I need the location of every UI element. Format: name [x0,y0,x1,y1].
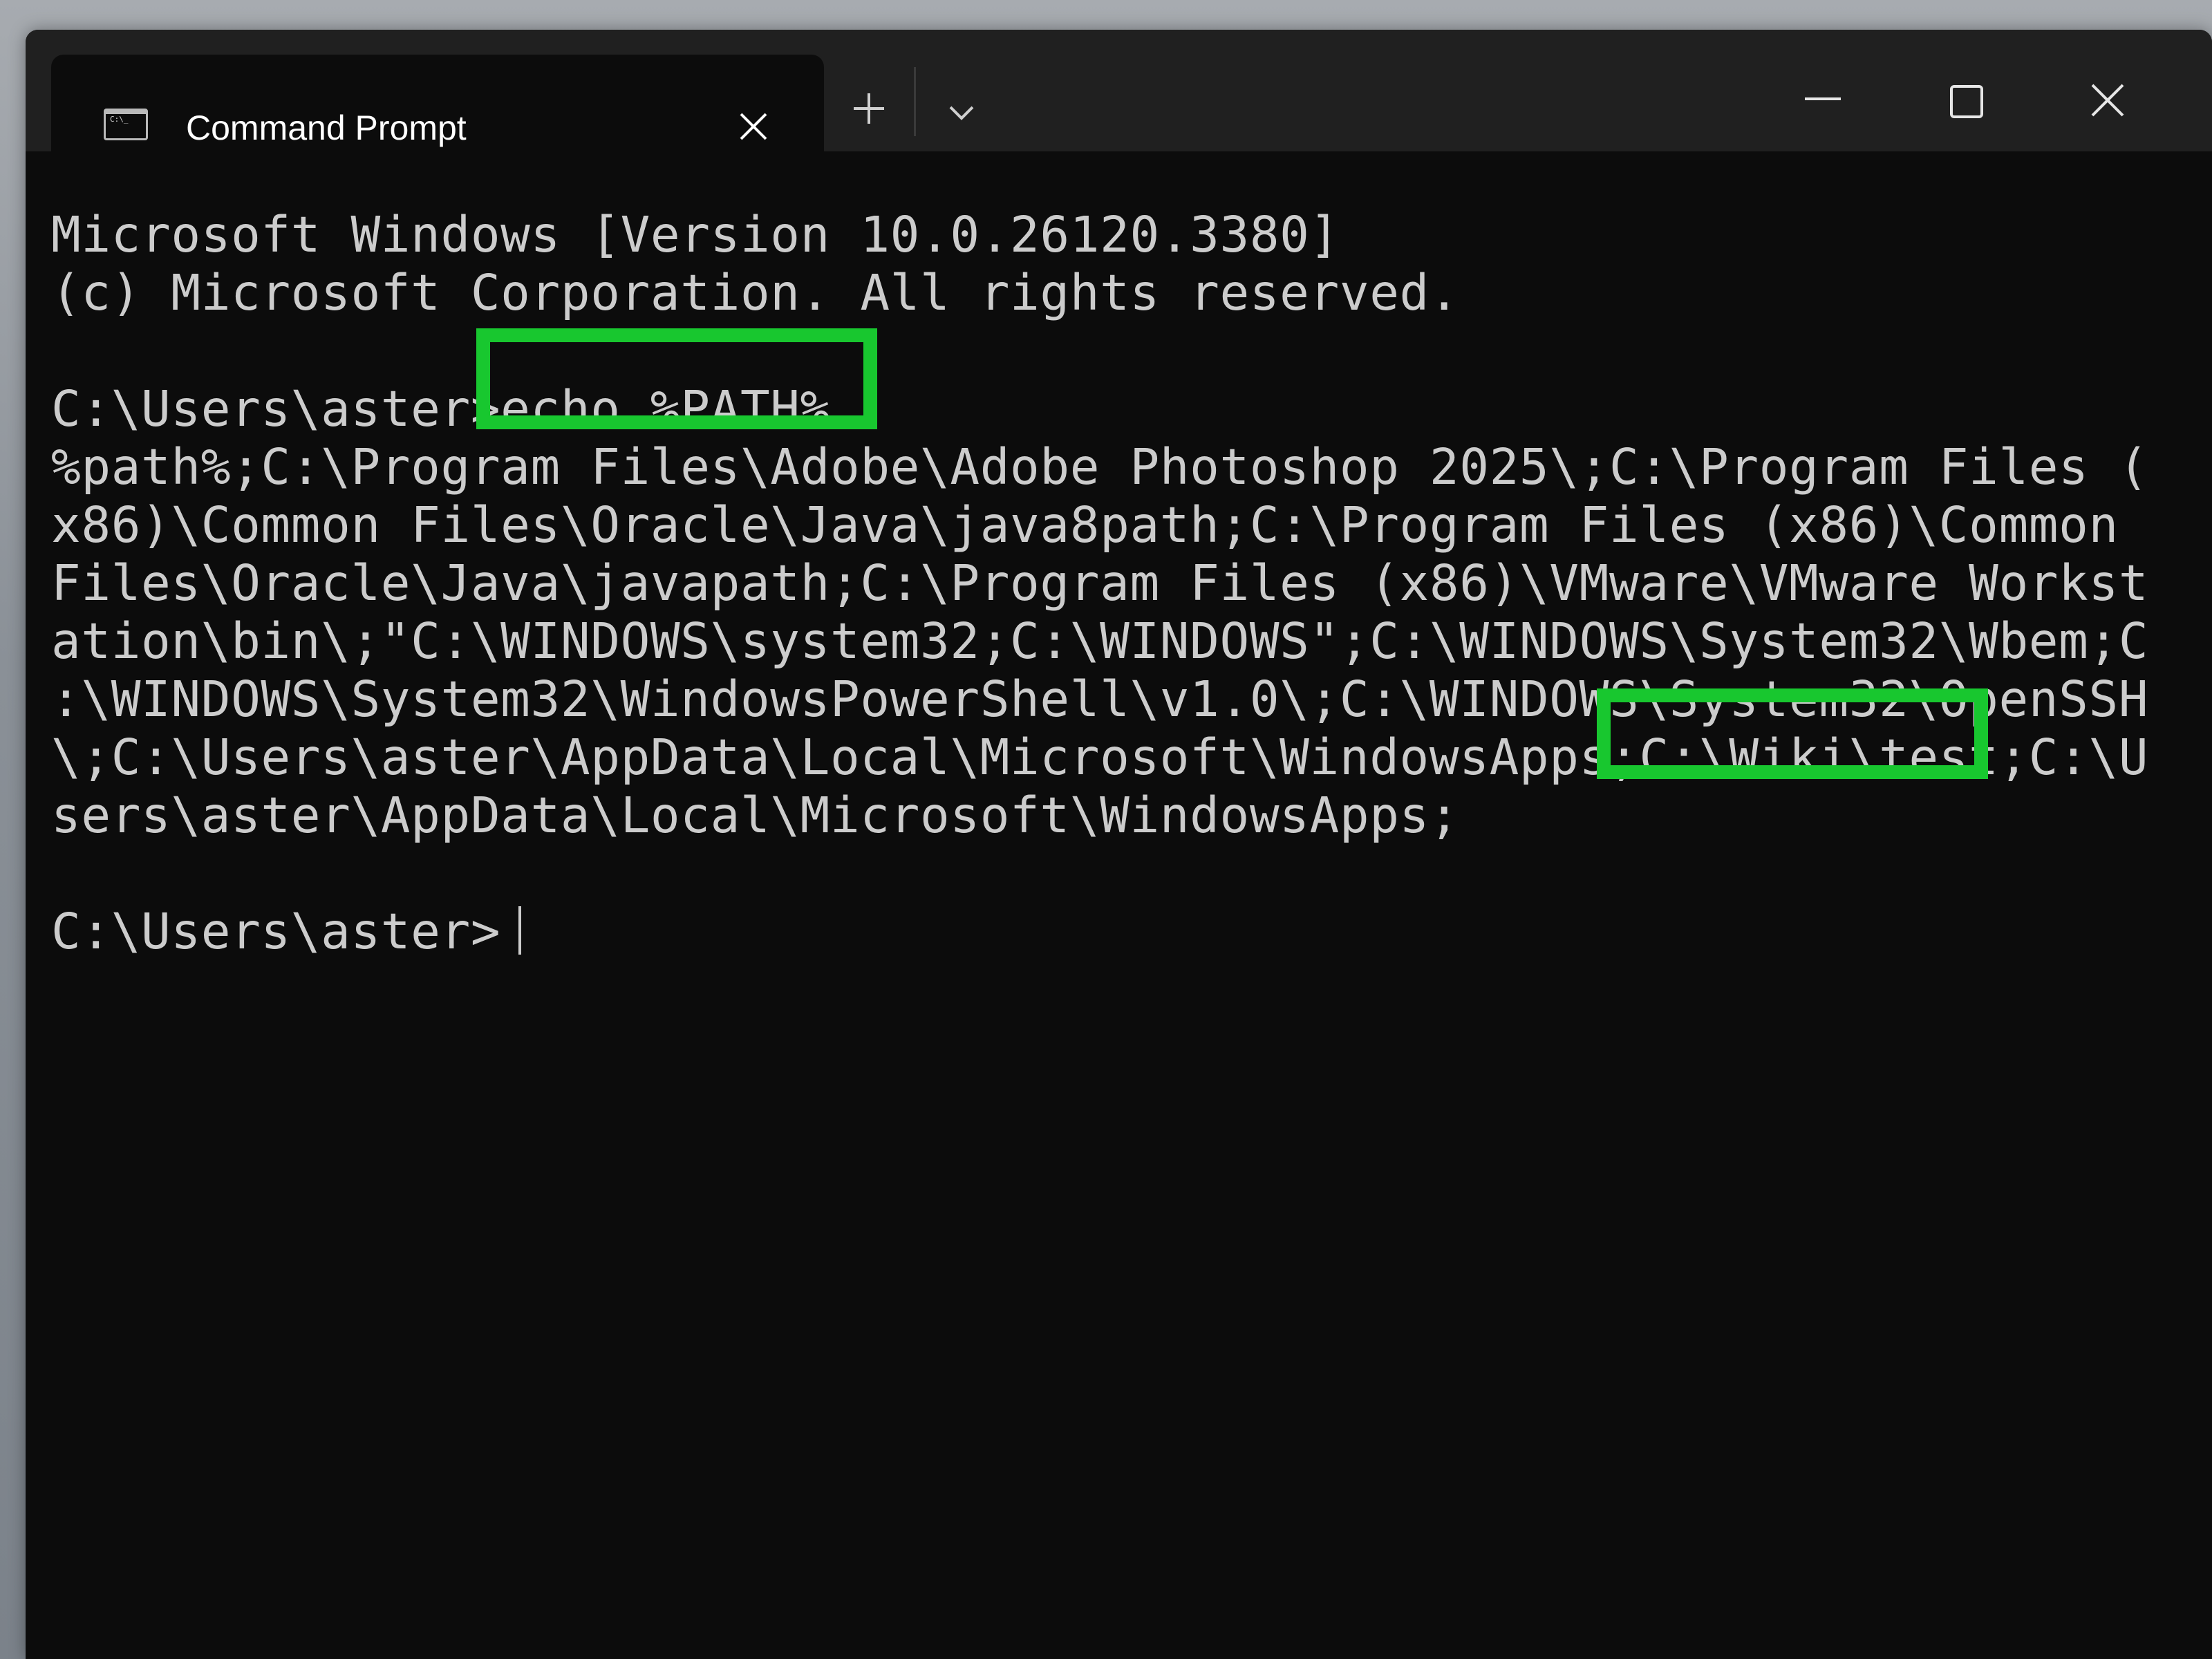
tab-command-prompt[interactable]: C:\_ Command Prompt [51,55,824,151]
terminal-line: Microsoft Windows [Version 10.0.26120.33… [51,206,1340,263]
close-icon [740,113,767,140]
plus-icon [854,93,884,124]
close-icon [2091,84,2124,117]
terminal-icon: C:\_ [104,109,148,140]
maximize-button[interactable] [1939,74,1994,129]
title-bar[interactable]: C:\_ Command Prompt [26,30,2212,151]
highlight-echo-command [476,328,877,429]
text-cursor [518,906,521,955]
minimize-icon [1805,97,1841,100]
terminal-line: sers\aster\AppData\Local\Microsoft\Windo… [51,787,1460,844]
close-window-button[interactable] [2080,73,2135,128]
terminal-line: ation\bin\;"C:\WINDOWS\system32;C:\WINDO… [51,612,2149,670]
tab-title: Command Prompt [186,109,467,147]
terminal-output[interactable]: Microsoft Windows [Version 10.0.26120.33… [26,151,2212,1659]
chevron-down-icon [949,106,974,120]
terminal-icon-glyph: C:\_ [110,115,129,124]
tab-dropdown-button[interactable] [937,89,986,139]
close-tab-button[interactable] [735,109,771,144]
terminal-line: x86)\Common Files\Oracle\Java\java8path;… [51,496,2119,554]
highlight-wiki-test-path [1597,688,1988,779]
terminal-line: (c) Microsoft Corporation. All rights re… [51,264,1460,321]
terminal-line: %path%;C:\Program Files\Adobe\Adobe Phot… [51,438,2149,496]
terminal-prompt: C:\Users\aster> [51,903,501,960]
tab-separator [914,67,916,136]
minimize-button[interactable] [1795,78,1850,120]
terminal-line: Files\Oracle\Java\javapath;C:\Program Fi… [51,554,2149,612]
command-prompt-window: C:\_ Command Prompt Microsoft Windows [V… [26,30,2212,1659]
new-tab-button[interactable] [844,84,894,133]
maximize-icon [1950,85,1983,118]
